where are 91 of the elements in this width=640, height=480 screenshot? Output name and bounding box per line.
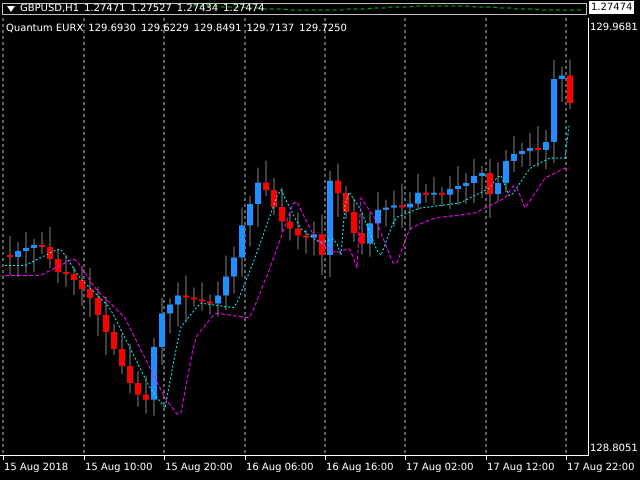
candlestick bbox=[415, 173, 421, 210]
time-label: 17 Aug 22:00 bbox=[567, 461, 634, 475]
candlestick bbox=[463, 172, 469, 204]
candlestick bbox=[87, 268, 93, 318]
candlestick bbox=[519, 142, 525, 168]
collapse-triangle-icon bbox=[7, 6, 15, 12]
axis-price-label: 129.9681 bbox=[590, 21, 638, 35]
candlestick bbox=[279, 188, 285, 232]
candlestick bbox=[423, 183, 429, 204]
indicator-value: 129.6930 bbox=[88, 22, 136, 36]
time-label: 17 Aug 02:00 bbox=[406, 461, 474, 475]
price-value: 1.27471 bbox=[84, 2, 126, 15]
candlestick bbox=[47, 226, 53, 268]
candlestick bbox=[223, 255, 229, 311]
candlestick bbox=[287, 212, 293, 241]
symbol-title: GBPUSD,H1 bbox=[20, 2, 80, 15]
candlestick bbox=[231, 246, 237, 294]
candlestick bbox=[247, 196, 253, 247]
candlestick bbox=[471, 158, 477, 204]
candlestick bbox=[319, 214, 325, 276]
candlestick bbox=[23, 232, 29, 274]
candlestick bbox=[175, 282, 181, 327]
candlestick bbox=[479, 166, 485, 198]
candlestick bbox=[191, 287, 197, 307]
candlestick bbox=[439, 186, 445, 208]
candlestick bbox=[79, 266, 85, 306]
candlestick bbox=[431, 176, 437, 206]
indicator-title: Quantum EURX bbox=[6, 22, 84, 36]
candlestick bbox=[127, 344, 133, 394]
candlestick bbox=[183, 275, 189, 322]
indicator-value: 129.7250 bbox=[299, 22, 347, 36]
time-label: 15 Aug 2018 bbox=[4, 461, 68, 475]
indicator-value: 129.6229 bbox=[141, 22, 189, 36]
candlestick bbox=[543, 130, 549, 170]
candlestick bbox=[255, 167, 261, 228]
candlestick bbox=[495, 162, 501, 202]
candlestick bbox=[351, 198, 357, 242]
candlestick bbox=[383, 199, 389, 228]
indicator-value: 129.8491 bbox=[194, 22, 242, 36]
candlestick bbox=[263, 160, 269, 196]
time-label: 15 Aug 10:00 bbox=[85, 461, 152, 475]
candlestick bbox=[167, 298, 173, 334]
candlestick bbox=[271, 178, 277, 216]
candlestick bbox=[39, 232, 45, 254]
candlestick bbox=[455, 166, 461, 206]
candlestick bbox=[143, 375, 149, 414]
candlestick bbox=[15, 242, 21, 278]
candlestick bbox=[535, 126, 541, 168]
time-label: 17 Aug 12:00 bbox=[487, 461, 554, 475]
candlestick bbox=[7, 236, 13, 276]
candlestick bbox=[335, 163, 341, 218]
candlestick bbox=[31, 238, 37, 272]
candlestick bbox=[207, 294, 213, 315]
price-value: 1.27434 bbox=[176, 2, 218, 15]
candlestick bbox=[487, 158, 493, 218]
candlestick bbox=[303, 229, 309, 254]
candlestick bbox=[511, 136, 517, 172]
candlestick bbox=[407, 191, 413, 231]
candlestick bbox=[135, 370, 141, 408]
candlestick bbox=[375, 191, 381, 239]
candlestick bbox=[111, 324, 117, 356]
candlestick bbox=[503, 150, 509, 192]
candlestick bbox=[95, 286, 101, 336]
indicator-value: 129.7137 bbox=[246, 22, 294, 36]
axis-price-label: 128.8051 bbox=[590, 442, 638, 456]
candlestick bbox=[295, 212, 301, 250]
price-value: 1.27474 bbox=[223, 2, 265, 15]
candlestick bbox=[55, 248, 61, 284]
candlestick bbox=[367, 212, 373, 258]
candlestick bbox=[215, 281, 221, 317]
time-label: 15 Aug 20:00 bbox=[165, 461, 232, 475]
candlestick bbox=[239, 206, 245, 277]
candlestick bbox=[71, 266, 77, 296]
candlestick bbox=[63, 254, 69, 288]
candlestick bbox=[119, 334, 125, 374]
candlestick bbox=[359, 212, 365, 256]
candlestick bbox=[103, 296, 109, 356]
candlestick bbox=[159, 297, 165, 366]
candlestick bbox=[199, 282, 205, 311]
candlestick bbox=[391, 190, 397, 228]
price-value: 1.27527 bbox=[130, 2, 172, 15]
candlestick bbox=[399, 182, 405, 229]
price-label: 1.27474 bbox=[589, 1, 634, 14]
candlestick bbox=[559, 66, 565, 102]
candlestick bbox=[447, 176, 453, 210]
time-label: 16 Aug 06:00 bbox=[246, 461, 314, 475]
candlestick bbox=[567, 59, 573, 110]
time-label: 16 Aug 16:00 bbox=[326, 461, 394, 475]
candlestick bbox=[343, 186, 349, 220]
candlestick bbox=[311, 220, 317, 256]
candlestick bbox=[527, 132, 533, 166]
